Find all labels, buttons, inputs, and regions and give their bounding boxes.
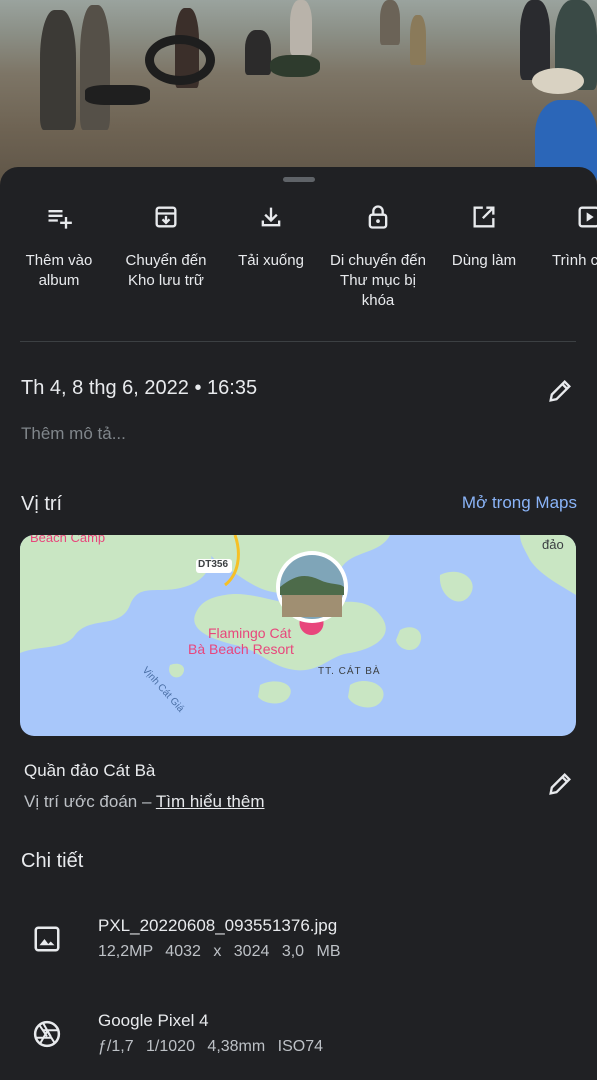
- archive-label: Chuyển đến Kho lưu trữ: [125, 252, 207, 289]
- download-label: Tải xuống: [238, 252, 304, 269]
- camera-name: Google Pixel 4: [98, 1011, 209, 1030]
- map-label-town: TT. CÁT BÀ: [318, 666, 381, 677]
- image-icon: [34, 926, 60, 952]
- details-title: Chi tiết: [21, 850, 84, 872]
- slideshow-label: Trình c: [552, 252, 597, 269]
- map-label-resort-line1: Flamingo Cát: [208, 625, 292, 641]
- date-time: Th 4, 8 thg 6, 2022 • 16:35: [21, 377, 258, 399]
- lock-icon: [368, 205, 388, 229]
- add-to-album-button[interactable]: Thêm vào album: [4, 203, 114, 291]
- download-icon: [261, 207, 281, 227]
- slideshow-button[interactable]: Trình c: [533, 203, 597, 271]
- archive-button[interactable]: Chuyển đến Kho lưu trữ: [111, 203, 221, 291]
- use-as-button[interactable]: Dùng làm: [429, 203, 539, 271]
- action-bar: Thêm vào album Chuyển đến Kho lưu trữ Tả…: [0, 203, 597, 323]
- description-input[interactable]: Thêm mô tả...: [21, 424, 126, 444]
- location-map[interactable]: Beach Camp DT356 Flamingo Cát Bà Beach R…: [20, 535, 576, 736]
- divider: [20, 341, 576, 342]
- photo-preview: [0, 0, 597, 185]
- map-label-resort: Flamingo Cát Bà Beach Resort: [188, 625, 294, 657]
- map-graphic: [20, 535, 576, 708]
- map-label-resort-line2: Bà Beach Resort: [188, 641, 294, 657]
- learn-more-link[interactable]: Tìm hiểu thêm: [156, 792, 265, 811]
- edit-location-icon[interactable]: [546, 770, 574, 798]
- camera-info: ƒ/1,7 1/1020 4,38mm ISO74: [98, 1038, 324, 1055]
- file-name: PXL_20220608_093551376.jpg: [98, 916, 338, 935]
- map-label-camp: Beach Camp: [30, 535, 106, 545]
- archive-icon: [155, 206, 177, 228]
- map-label-road: DT356: [198, 559, 229, 570]
- location-estimate: Vị trí ước đoán – Tìm hiểu thêm: [24, 792, 265, 812]
- move-to-locked-folder-button[interactable]: Di chuyển đến Thư mục bị khóa: [323, 203, 433, 311]
- location-estimate-text: Vị trí ước đoán –: [24, 792, 156, 811]
- open-in-maps-link[interactable]: Mở trong Maps: [462, 493, 577, 513]
- download-button[interactable]: Tải xuống: [216, 203, 326, 271]
- edit-date-icon[interactable]: [546, 377, 574, 405]
- file-info: 12,2MP 4032 x 3024 3,0 MB: [98, 943, 341, 960]
- map-label-island: đảo: [542, 537, 564, 552]
- open-in-new-icon: [473, 206, 495, 228]
- info-sheet: Thêm vào album Chuyển đến Kho lưu trữ Tả…: [0, 167, 597, 1080]
- playlist-add-icon: [48, 210, 72, 229]
- use-as-label: Dùng làm: [451, 252, 517, 269]
- camera-aperture-icon: [33, 1020, 61, 1048]
- slideshow-icon: [578, 206, 597, 228]
- move-to-locked-folder-label: Di chuyển đến Thư mục bị khóa: [330, 252, 426, 309]
- place-name: Quần đảo Cát Bà: [24, 761, 156, 780]
- location-title: Vị trí: [21, 493, 63, 515]
- drag-handle[interactable]: [283, 177, 315, 182]
- add-to-album-label: Thêm vào album: [25, 252, 93, 289]
